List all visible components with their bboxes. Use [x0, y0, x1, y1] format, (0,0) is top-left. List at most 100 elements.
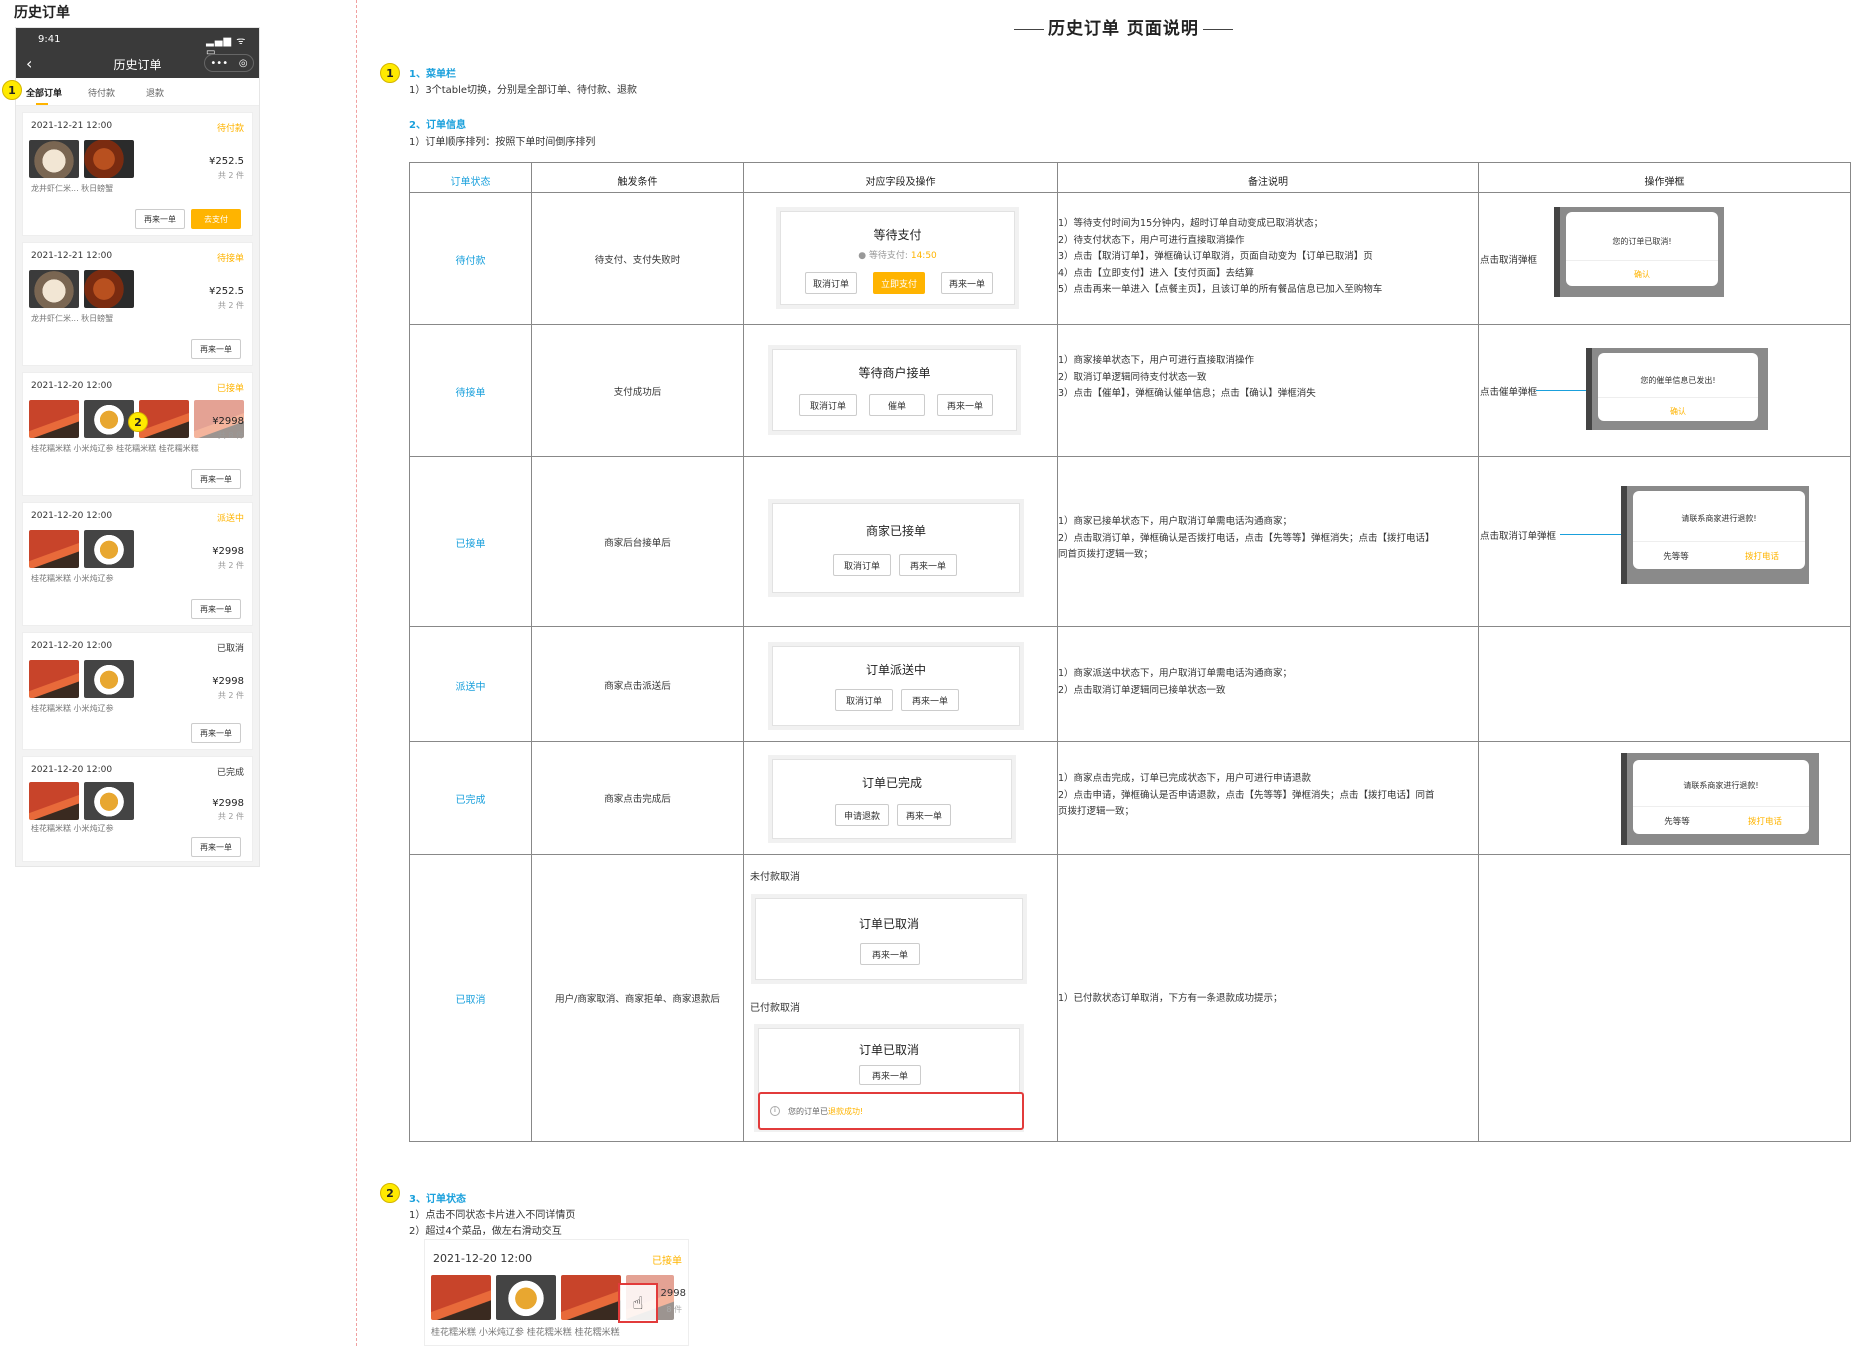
refund-success-toast: i 您的订单已 退款成功! [758, 1092, 1024, 1130]
row-trigger: 商家点击派送后 [604, 681, 671, 692]
reorder-button[interactable]: 再来一单 [191, 837, 241, 857]
urge-order-button[interactable]: 催单 [869, 394, 925, 416]
order-count: 8 件 [666, 1305, 682, 1314]
reorder-button[interactable]: 再来一单 [899, 554, 957, 576]
reorder-button[interactable]: 再来一单 [191, 599, 241, 619]
dish-image [561, 1275, 621, 1320]
order-card[interactable]: 2021-12-20 12:00 已接单 桂花糯米糕 小米炖辽参 桂花糯米糕 桂… [22, 372, 253, 496]
dish-image [84, 270, 134, 308]
row-status-pending-payment: 待付款 [455, 256, 486, 267]
order-card-example[interactable]: 2021-12-20 12:00 已接单 2998 8 件 桂花糯米糕 小米炖辽… [424, 1239, 689, 1346]
row-status-accepted: 已接单 [455, 539, 486, 550]
reorder-button[interactable]: 再来一单 [860, 943, 920, 965]
pay-now-button[interactable]: 立即支付 [873, 272, 925, 294]
mini-program-capsule[interactable]: ••• ◎ [204, 54, 254, 72]
dialog-preview: 请联系商家进行退款! 先等等 拨打电话 [1621, 486, 1809, 584]
order-card[interactable]: 2021-12-21 12:00 待接单 龙井虾仁米... 秋日螃蟹 ¥252.… [22, 242, 253, 366]
clock-icon: ● [858, 251, 869, 261]
tab-refund[interactable]: 退款 [146, 86, 164, 99]
reorder-button[interactable]: 再来一单 [901, 689, 959, 711]
paid-cancel-label: 已付款取消 [750, 1003, 800, 1014]
order-status: 已接单 [652, 1256, 682, 1267]
cancel-order-button[interactable]: 取消订单 [805, 272, 857, 294]
reorder-button[interactable]: 再来一单 [191, 469, 241, 489]
order-card[interactable]: 2021-12-20 12:00 派送中 桂花糯米糕 小米炖辽参 ¥2998 共… [22, 502, 253, 626]
dialog-call-button[interactable]: 拨打电话 [1719, 541, 1805, 562]
section-order-status-text-1: 1）点击不同状态卡片进入不同详情页 [409, 1210, 576, 1221]
dish-image [29, 660, 79, 698]
cancel-order-button[interactable]: 取消订单 [835, 689, 893, 711]
section-menu-text: 1）3个table切换，分别是全部订单、待付款、退款 [409, 85, 638, 96]
section-order-info-heading: 2、订单信息 [409, 120, 466, 131]
row-status-completed: 已完成 [455, 795, 486, 806]
phone-nav-bar: 9:41 ▂▄▆ ᯤ ▭ ‹ 历史订单 ••• ◎ [16, 28, 259, 78]
dish-image [84, 140, 134, 178]
reorder-button[interactable]: 再来一单 [859, 1065, 921, 1085]
dialog-message: 您的催单信息已发出! [1640, 376, 1716, 385]
marker-1: 1 [2, 80, 22, 100]
close-target-icon[interactable]: ◎ [239, 58, 248, 69]
dish-names: 龙井虾仁米... 秋日螃蟹 [31, 314, 114, 323]
section-menu-heading: 1、菜单栏 [409, 69, 456, 80]
dish-image [29, 140, 79, 178]
dish-names: 桂花糯米糕 小米炖辽参 [31, 824, 114, 833]
dialog-wait-button[interactable]: 先等等 [1633, 806, 1721, 827]
order-time: 2021-12-20 12:00 [31, 765, 113, 775]
order-count: 共 2 件 [217, 171, 244, 180]
order-card[interactable]: 2021-12-20 12:00 已取消 桂花糯米糕 小米炖辽参 ¥2998 共… [22, 632, 253, 750]
dialog-caption: 点击取消弹框 [1480, 255, 1538, 266]
order-status: 已接单 [216, 384, 244, 394]
order-status: 派送中 [216, 514, 244, 524]
dish-names: 龙井虾仁米... 秋日螃蟹 [31, 184, 114, 193]
more-icon[interactable]: ••• [210, 58, 228, 69]
dialog-wait-button[interactable]: 先等等 [1633, 541, 1719, 562]
reorder-button[interactable]: 再来一单 [191, 339, 241, 359]
dialog-caption: 点击催单弹框 [1480, 387, 1538, 398]
info-icon: i [770, 1106, 780, 1116]
order-time: 2021-12-20 12:00 [31, 511, 113, 521]
dish-image [29, 400, 79, 438]
dialog-confirm-button[interactable]: 确认 [1598, 397, 1758, 417]
order-count: 共 2 件 [217, 812, 244, 821]
mock-title: 等待商户接单 [858, 366, 931, 380]
dish-names: 桂花糯米糕 小米炖辽参 [31, 704, 114, 713]
section-order-info-text: 1）订单顺序排列：按照下单时间倒序排列 [409, 137, 596, 148]
section-order-status-heading: 3、订单状态 [409, 1194, 466, 1205]
dish-image [84, 400, 134, 438]
order-count: 共 8 件 [217, 431, 244, 440]
reorder-button[interactable]: 再来一单 [937, 394, 993, 416]
mock-countdown: ● 等待支付: 14:50 [858, 251, 937, 261]
order-count: 共 2 件 [217, 691, 244, 700]
row-trigger: 商家后台接单后 [604, 538, 671, 549]
order-card[interactable]: 2021-12-20 12:00 已完成 桂花糯米糕 小米炖辽参 ¥2998 共… [22, 756, 253, 862]
order-price: 2998 [660, 1288, 686, 1299]
cancel-order-button[interactable]: 取消订单 [833, 554, 891, 576]
tab-all-orders[interactable]: 全部订单 [26, 86, 62, 99]
dialog-call-button[interactable]: 拨打电话 [1721, 806, 1809, 827]
apply-refund-button[interactable]: 申请退款 [835, 804, 889, 826]
tab-pending-payment[interactable]: 待付款 [88, 86, 115, 99]
refund-contact-dialog: 请联系商家进行退款! 先等等 拨打电话 [1633, 760, 1809, 834]
order-time: 2021-12-20 12:00 [433, 1252, 533, 1265]
cancel-dialog: 您的订单已取消! 确认 [1566, 212, 1718, 286]
row-status-cancelled: 已取消 [455, 995, 486, 1006]
dish-names: 桂花糯米糕 小米炖辽参 桂花糯米糕 桂花糯米糕 [431, 1328, 620, 1338]
dish-image [496, 1275, 556, 1320]
cancel-order-button[interactable]: 取消订单 [799, 394, 857, 416]
pay-button[interactable]: 去支付 [191, 209, 241, 229]
dialog-confirm-button[interactable]: 确认 [1566, 260, 1718, 280]
order-card[interactable]: 2021-12-21 12:00 待付款 龙井虾仁米... 秋日螃蟹 ¥252.… [22, 112, 253, 236]
hand-pointer-icon: ☝ [618, 1283, 658, 1323]
reorder-button[interactable]: 再来一单 [897, 804, 951, 826]
dish-names: 桂花糯米糕 小米炖辽参 桂花糯米糕 桂花糯米糕 [31, 444, 199, 453]
order-price: ¥252.5 [209, 286, 244, 297]
order-tabs: 全部订单 待付款 退款 [16, 78, 259, 106]
order-price: ¥2998 [212, 416, 244, 427]
dialog-message: 请联系商家进行退款! [1683, 781, 1759, 790]
dialog-message: 请联系商家进行退款! [1681, 514, 1757, 523]
marker-2: 2 [380, 1183, 400, 1203]
reorder-button[interactable]: 再来一单 [941, 272, 993, 294]
reorder-button[interactable]: 再来一单 [135, 209, 185, 229]
row-notes: 1）商家派送中状态下，用户取消订单需电话沟通商家； 2）点击取消订单逻辑同已接单… [1058, 668, 1293, 696]
reorder-button[interactable]: 再来一单 [191, 723, 241, 743]
